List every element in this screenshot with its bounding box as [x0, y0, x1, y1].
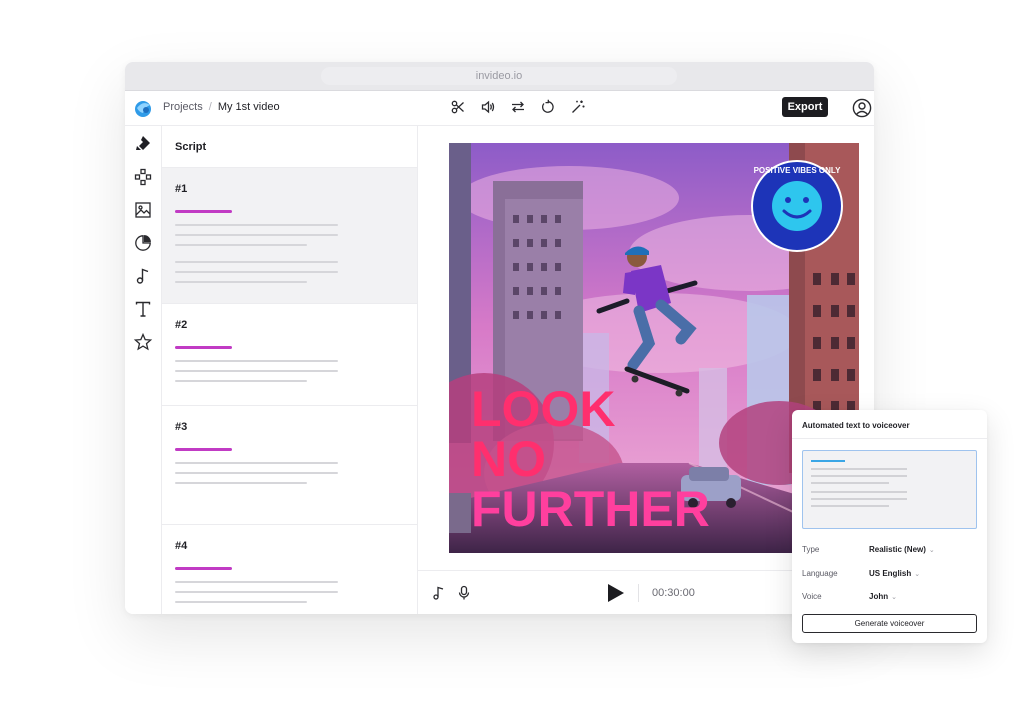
voice-value: John	[869, 592, 889, 601]
playback-time: 00:30:00	[652, 587, 695, 599]
scene-text-line	[175, 360, 338, 362]
scene-text-line	[175, 472, 338, 474]
scene-accent	[175, 210, 232, 213]
scissors-icon[interactable]	[450, 99, 466, 115]
edit-toolbar	[450, 99, 586, 115]
script-text-line	[811, 491, 907, 493]
type-value: Realistic (New)	[869, 545, 926, 554]
media-icon[interactable]	[133, 200, 153, 220]
headline-line-1: LOOK	[471, 381, 615, 437]
scene-text-line	[175, 261, 338, 263]
script-text-line	[811, 468, 907, 470]
voice-label: Voice	[802, 592, 822, 601]
script-accent	[811, 460, 845, 462]
scene-number: #2	[175, 319, 188, 331]
script-text-line	[811, 482, 889, 484]
scene-card-4[interactable]: #4	[162, 524, 417, 614]
invideo-logo-icon[interactable]	[133, 98, 153, 118]
scene-text-line	[175, 244, 307, 246]
breadcrumb-separator: /	[208, 101, 212, 113]
swap-icon[interactable]	[510, 99, 526, 115]
script-title: Script	[175, 141, 207, 153]
language-value: US English	[869, 569, 912, 578]
language-label: Language	[802, 569, 838, 578]
scene-text-line	[175, 591, 338, 593]
scene-card-2[interactable]: #2	[162, 303, 417, 406]
microphone-icon[interactable]	[456, 585, 472, 601]
script-text-line	[811, 498, 907, 500]
script-text-line	[811, 505, 889, 507]
scene-text-line	[175, 482, 307, 484]
play-icon[interactable]	[604, 582, 626, 604]
star-icon[interactable]	[133, 332, 153, 352]
scene-number: #1	[175, 183, 188, 195]
sticker-icon[interactable]	[133, 233, 153, 253]
scene-accent	[175, 567, 232, 570]
script-panel: Script #1 #2 #3 #4	[162, 126, 418, 614]
scene-text-line	[175, 234, 338, 236]
panel-divider	[792, 438, 987, 439]
scene-card-1[interactable]: #1	[162, 167, 417, 304]
magic-wand-icon[interactable]	[570, 99, 586, 115]
scene-text-line	[175, 601, 307, 603]
chevron-down-icon: ⌄	[914, 571, 921, 578]
tool-rail	[125, 126, 162, 614]
brand-icon[interactable]	[133, 134, 153, 154]
refresh-icon[interactable]	[540, 99, 556, 115]
headline-line-3: FURTHER	[471, 481, 710, 537]
export-button[interactable]: Export	[782, 97, 828, 117]
generate-voiceover-button[interactable]: Generate voiceover	[802, 614, 977, 633]
sticker-text: POSITIVE VIBES ONLY	[754, 166, 842, 175]
editor-window: invideo.io Projects / My 1st video Expor…	[125, 62, 874, 614]
scene-text-line	[175, 224, 338, 226]
breadcrumb-current[interactable]: My 1st video	[218, 101, 280, 113]
browser-chrome: invideo.io	[125, 62, 874, 91]
headline-line-2: NO	[471, 431, 546, 487]
music-icon[interactable]	[133, 266, 153, 286]
volume-icon[interactable]	[480, 99, 496, 115]
type-label: Type	[802, 545, 820, 554]
apps-icon[interactable]	[133, 167, 153, 187]
music-note-icon[interactable]	[431, 585, 447, 601]
scene-text-line	[175, 380, 307, 382]
positive-vibes-sticker[interactable]: POSITIVE VIBES ONLY	[751, 160, 843, 252]
text-icon[interactable]	[133, 299, 153, 319]
scene-text-line	[175, 271, 338, 273]
breadcrumb: Projects / My 1st video	[163, 101, 280, 113]
scene-accent	[175, 448, 232, 451]
scene-card-3[interactable]: #3	[162, 405, 417, 525]
controls-divider	[638, 584, 639, 602]
scene-accent	[175, 346, 232, 349]
language-select[interactable]: US English ⌄	[869, 569, 920, 578]
voice-select[interactable]: John ⌄	[869, 592, 897, 601]
scene-text-line	[175, 581, 338, 583]
chevron-down-icon: ⌄	[928, 547, 935, 554]
voiceover-panel: Automated text to voiceover Type Realist…	[792, 410, 987, 643]
scene-text-line	[175, 281, 307, 283]
breadcrumb-projects[interactable]: Projects	[163, 101, 203, 113]
type-select[interactable]: Realistic (New) ⌄	[869, 545, 935, 554]
address-bar[interactable]: invideo.io	[321, 67, 677, 85]
top-bar: Projects / My 1st video Export	[125, 91, 874, 126]
scene-number: #3	[175, 421, 188, 433]
voiceover-title: Automated text to voiceover	[802, 421, 910, 430]
user-avatar-icon[interactable]	[852, 98, 872, 118]
scene-text-line	[175, 370, 338, 372]
script-text-line	[811, 475, 907, 477]
scene-number: #4	[175, 540, 188, 552]
scene-text-line	[175, 462, 338, 464]
voiceover-script-box[interactable]	[802, 450, 977, 529]
chevron-down-icon: ⌄	[891, 594, 897, 601]
